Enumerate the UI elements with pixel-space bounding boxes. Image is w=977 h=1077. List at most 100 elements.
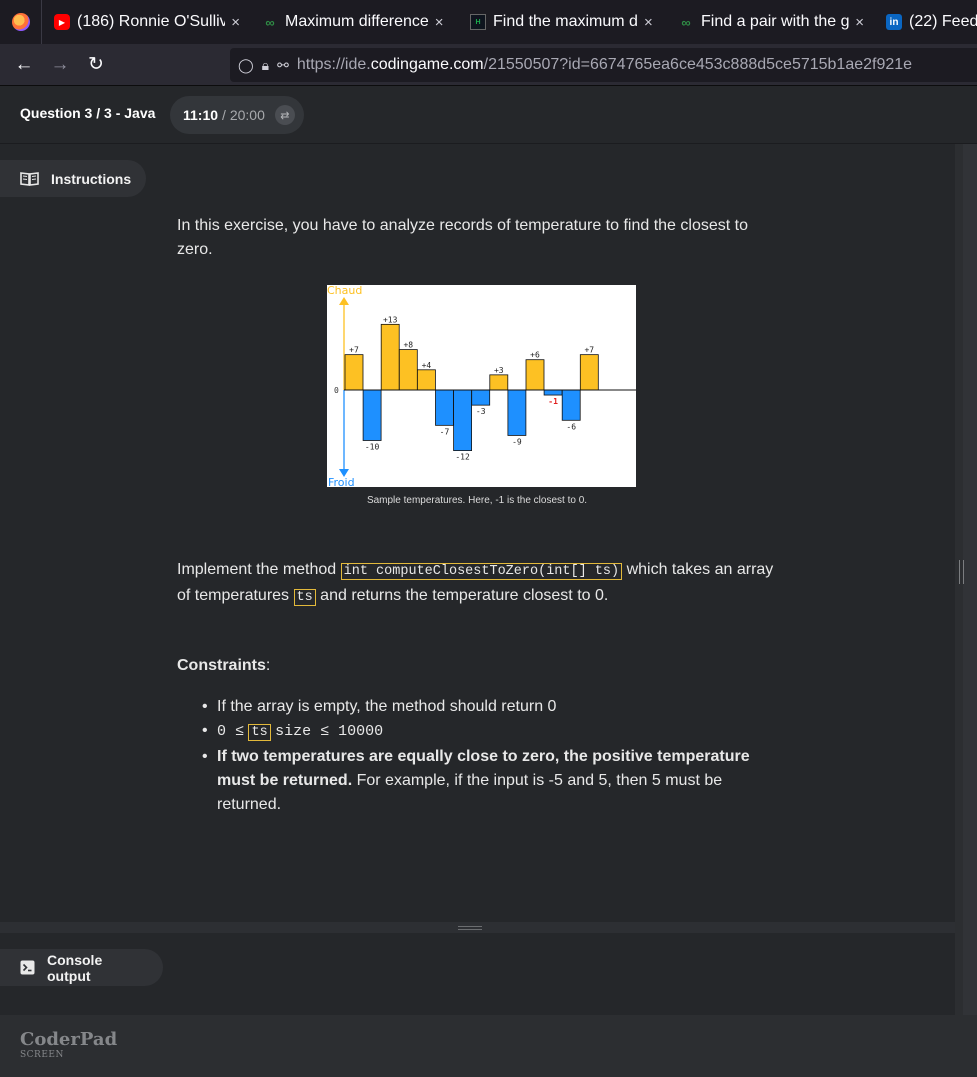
hackerrank-icon: H	[470, 14, 486, 30]
lock-icon[interactable]: 🔒︎	[262, 57, 269, 74]
chart-bar	[435, 389, 454, 426]
intro-text: In this exercise, you have to analyze re…	[177, 217, 748, 258]
timer: 11:10 / 20:00 ⇄	[170, 96, 304, 134]
method-signature: int computeClosestToZero(int[] ts)	[340, 563, 623, 580]
coderpad-logo-sub: SCREEN	[20, 1050, 64, 1060]
panel-scrollbar[interactable]	[955, 144, 977, 1015]
timer-current: 11:10	[183, 107, 219, 123]
tab-title: Find a pair with the g	[701, 13, 850, 30]
browser-tab-bar: ▶ (186) Ronnie O'Sulliv × ∞ Maximum diff…	[0, 0, 977, 44]
bar-value-label: -3	[476, 407, 486, 416]
tab-title: (22) Feed	[909, 13, 977, 30]
constraints-colon: :	[265, 657, 271, 674]
constraint-item: If two temperatures are equally close to…	[177, 745, 777, 817]
temperature-chart: Chaud Froid 0 +7 -10 +13 +8 +4 -7 -12 -3 +3 -9 +6 -1 -6…	[327, 284, 636, 489]
bar-value-label: +7	[584, 346, 594, 355]
url-domain: codingame.com	[370, 56, 484, 73]
constraint-size-before: 0 ≤	[217, 723, 245, 740]
youtube-icon: ▶	[54, 14, 70, 30]
console-panel: Console output	[0, 933, 955, 1015]
browser-tab-gfg-maxdiff[interactable]: ∞ Maximum difference ×	[250, 0, 458, 44]
impl-before: Implement the method	[177, 561, 337, 578]
bar-value-label: +6	[530, 351, 540, 360]
constraints-list: If the array is empty, the method should…	[177, 695, 777, 817]
chart-bar	[525, 359, 545, 391]
tab-title: Maximum difference	[285, 13, 429, 30]
constraints-heading: Constraints:	[177, 654, 270, 678]
bar-value-label: +3	[494, 366, 504, 375]
chart-bar	[489, 374, 509, 391]
back-arrow-icon[interactable]: ←	[6, 47, 42, 83]
chart-bar	[471, 389, 491, 406]
url-prefix: https://ide.	[296, 56, 371, 73]
linkedin-icon: in	[886, 14, 902, 30]
chart-bar	[561, 389, 581, 421]
question-title: Question 3 / 3 - Java	[20, 105, 156, 121]
constraint-item: If the array is empty, the method should…	[177, 695, 777, 719]
bar-value-label: +4	[422, 361, 432, 370]
shield-icon[interactable]: ◯	[238, 57, 254, 74]
chart-bar	[507, 389, 527, 436]
bar-value-label: -12	[455, 453, 470, 462]
terminal-icon	[20, 960, 35, 975]
param-ts: ts	[248, 724, 271, 741]
scrollbar-track[interactable]	[963, 144, 977, 1015]
impl-after: and returns the temperature closest to 0…	[320, 587, 609, 604]
implementation-text: Implement the method int computeClosestT…	[177, 558, 777, 610]
reload-icon[interactable]: ↻	[78, 47, 114, 83]
url-path: /21550507?id=6674765ea6ce453c888d5ce5715…	[483, 56, 913, 73]
bar-value-label: -6	[566, 422, 576, 431]
resize-grip[interactable]	[959, 560, 964, 584]
browser-tab-linkedin[interactable]: in (22) Feed	[874, 0, 977, 44]
swap-icon[interactable]: ⇄	[274, 105, 295, 125]
url-bar[interactable]: ◯ 🔒︎ ⚯ https://ide. codingame.com/2155050…	[230, 48, 977, 82]
temperature-chart-svg: Chaud Froid 0 +7 -10 +13 +8 +4 -7 -12 -3 +3 -9 +6 -1 -6…	[327, 284, 636, 489]
console-tab-label: Console output	[47, 951, 103, 984]
bar-value-label: +13	[383, 315, 398, 324]
chart-bar	[417, 369, 436, 391]
tab-title: (186) Ronnie O'Sulliv	[77, 13, 226, 30]
chart-bar	[579, 354, 599, 391]
instructions-tab[interactable]: Instructions	[0, 160, 146, 197]
chart-caption: Sample temperatures. Here, -1 is the clo…	[366, 495, 588, 506]
app-header: Question 3 / 3 - Java 11:10 / 20:00 ⇄	[0, 87, 977, 144]
browser-nav-bar: ← → ↻ ◯ 🔒︎ ⚯ https://ide. codingame.com/2…	[0, 44, 977, 86]
forward-arrow-icon[interactable]: →	[42, 47, 78, 83]
firefox-menu-icon[interactable]	[0, 0, 42, 44]
panel-divider[interactable]	[0, 922, 955, 933]
bar-value-label: -7	[440, 427, 450, 436]
console-output-tab[interactable]: Console output	[0, 949, 163, 986]
bar-value-label: -9	[512, 437, 522, 446]
chart-bar	[453, 389, 472, 451]
chart-bar	[543, 389, 563, 396]
instructions-content: In this exercise, you have to analyze re…	[177, 214, 777, 813]
constraint-empty: If the array is empty, the method should…	[217, 698, 557, 715]
axis-label-cold: Froid	[328, 476, 355, 487]
geeksforgeeks-icon: ∞	[681, 14, 691, 30]
browser-tab-hackerrank[interactable]: H Find the maximum d ×	[458, 0, 666, 44]
chart-bar	[344, 354, 364, 391]
instructions-tab-label: Instructions	[51, 170, 132, 187]
browser-tab-youtube[interactable]: ▶ (186) Ronnie O'Sulliv ×	[42, 0, 250, 44]
footer: CoderPad SCREEN	[0, 1015, 977, 1077]
axis-label-zero: 0	[334, 386, 339, 395]
permissions-icon[interactable]: ⚯	[277, 57, 289, 74]
chart-bar	[398, 349, 418, 391]
constraints-title-text: Constraints	[177, 657, 266, 674]
close-icon[interactable]: ×	[855, 14, 864, 31]
instructions-panel: Instructions In this exercise, you have …	[0, 144, 955, 922]
book-icon	[20, 171, 39, 186]
close-icon[interactable]: ×	[435, 14, 444, 31]
chart-bar	[380, 323, 400, 391]
bar-value-label: -10	[365, 443, 380, 452]
bar-value-label: +8	[403, 341, 413, 350]
browser-tab-gfg-pair[interactable]: ∞ Find a pair with the g ×	[666, 0, 874, 44]
constraint-size-after: size ≤ 10000	[275, 723, 384, 740]
close-icon[interactable]: ×	[644, 14, 653, 31]
chart-bar	[362, 389, 382, 441]
close-icon[interactable]: ×	[231, 14, 240, 31]
tab-title: Find the maximum d	[493, 13, 638, 30]
timer-total: / 20:00	[222, 107, 265, 123]
bar-value-label: +7	[349, 346, 359, 355]
drag-handle-icon[interactable]	[458, 926, 482, 930]
